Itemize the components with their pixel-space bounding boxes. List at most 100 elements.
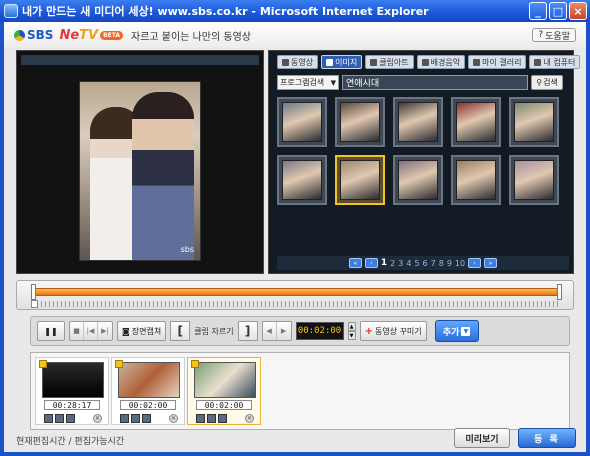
clip-move-right-icon[interactable] [142,414,151,423]
register-button[interactable]: 등 록 [518,428,576,448]
page-link[interactable]: 3 [398,259,403,268]
clip-edit-icon[interactable] [131,414,140,423]
page-link[interactable]: 6 [423,259,428,268]
clip-delete-icon[interactable]: ✕ [169,414,178,423]
question-icon: ? [538,30,544,40]
timeline[interactable] [16,280,574,310]
time-display[interactable]: 00:02:00 [295,322,344,340]
scene-capture-button[interactable]: ◙ 장면캡쳐 [117,321,167,341]
volume-group: ◀ ▶ [261,321,292,341]
next-page-button[interactable]: › [468,258,482,268]
volume-down-button[interactable]: ◀ [263,322,277,340]
preview-watermark: sbs [180,245,194,254]
timeline-start-handle[interactable] [31,284,36,300]
clip-duration: 00:02:00 [120,400,176,410]
clip-out-button[interactable]: ] [237,321,258,341]
clip-in-button[interactable]: [ [170,321,191,341]
clip-delete-icon[interactable]: ✕ [93,414,102,423]
time-spinner[interactable]: ▲ ▼ [347,322,356,340]
spin-down-icon[interactable]: ▼ [347,331,356,340]
next-button[interactable]: ▶| [98,322,112,340]
page-link[interactable]: 2 [390,259,395,268]
clip-marker-icon [39,360,47,368]
tab-icon [473,58,481,66]
page-link[interactable]: 7 [431,259,436,268]
thumbnail[interactable] [393,155,443,205]
scene-capture-label: 장면캡쳐 [131,326,162,336]
playhead-handle[interactable] [31,300,38,308]
page-link[interactable]: 1 [381,258,387,268]
sbs-logo: SBS [14,28,53,42]
edit-time-text: 현재편집시간 / 편집가능시간 [16,437,125,447]
clip-move-right-icon[interactable] [66,414,75,423]
search-row: 프로그램검색 ▼ 연애시대 ⚲ 검색 [277,75,569,91]
thumbnail[interactable] [451,97,501,147]
maximize-button[interactable]: □ [549,2,567,20]
tab-0[interactable]: 동영상 [277,55,319,69]
help-button[interactable]: ? 도움말 [532,28,576,42]
timeline-track[interactable] [33,288,559,296]
clip-item[interactable]: 00:02:00 ✕ [187,357,261,425]
clip-thumbnail [42,362,104,398]
clip-move-left-icon[interactable] [196,414,205,423]
decorate-video-button[interactable]: + 동영상 꾸미기 [359,321,427,341]
first-page-button[interactable]: « [348,258,362,268]
tab-label: 내 컴퓨터 [543,57,576,67]
thumbnail-image [340,102,380,142]
clip-delete-icon[interactable]: ✕ [245,414,254,423]
pause-button[interactable]: ❚❚ [37,321,65,341]
tab-2[interactable]: 클립아트 [365,55,414,69]
clip-edit-icon[interactable] [207,414,216,423]
search-category-select[interactable]: 프로그램검색 ▼ [277,75,339,90]
volume-up-button[interactable]: ▶ [277,322,291,340]
clip-move-left-icon[interactable] [44,414,53,423]
thumbnail-image [514,160,554,200]
clip-marker-icon [191,360,199,368]
thumbnail[interactable] [277,155,327,205]
search-button[interactable]: ⚲ 검색 [531,75,563,90]
clip-move-right-icon[interactable] [218,414,227,423]
search-input[interactable]: 연애시대 [342,75,528,90]
close-button[interactable]: × [569,2,587,20]
thumbnail-image [456,102,496,142]
thumbnail[interactable] [335,155,385,205]
search-category-value: 프로그램검색 [280,78,325,87]
previous-button[interactable]: |◀ [84,322,98,340]
tab-4[interactable]: 마이 갤러리 [468,55,527,69]
thumbnail-image [340,160,380,200]
thumbnail[interactable] [335,97,385,147]
tab-3[interactable]: 배경음악 [416,55,466,69]
page-link[interactable]: 8 [439,259,444,268]
clip-item[interactable]: 00:28:17 ✕ [35,357,109,425]
add-button[interactable]: 추가 ▼ [434,320,479,342]
page-link[interactable]: 10 [455,259,465,268]
transport-group: ■ |◀ ▶| [69,321,113,341]
prev-page-button[interactable]: ‹ [364,258,378,268]
thumbnail[interactable] [509,155,559,205]
thumbnail[interactable] [509,97,559,147]
tab-1[interactable]: 이미지 [321,55,363,69]
preview-button[interactable]: 미리보기 [454,428,510,448]
clip-item[interactable]: 00:02:00 ✕ [111,357,185,425]
tab-icon [421,58,429,66]
chevron-down-icon: ▼ [330,78,336,87]
page-link[interactable]: 9 [447,259,452,268]
page-link[interactable]: 5 [414,259,419,268]
thumbnail-image [398,102,438,142]
thumbnail[interactable] [277,97,327,147]
page-link[interactable]: 4 [406,259,411,268]
preview-player[interactable]: sbs [16,50,264,274]
stop-button[interactable]: ■ [70,322,84,340]
clip-edit-icon[interactable] [55,414,64,423]
thumbnail-image [282,102,322,142]
ie-app-icon [4,4,18,18]
minimize-button[interactable]: _ [529,2,547,20]
tab-5[interactable]: 내 컴퓨터 [529,55,581,69]
timeline-end-handle[interactable] [557,284,562,300]
last-page-button[interactable]: » [484,258,498,268]
spin-up-icon[interactable]: ▲ [347,322,356,331]
clip-move-left-icon[interactable] [120,414,129,423]
thumbnail[interactable] [451,155,501,205]
thumbnail[interactable] [393,97,443,147]
thumbnail-grid [277,97,569,205]
